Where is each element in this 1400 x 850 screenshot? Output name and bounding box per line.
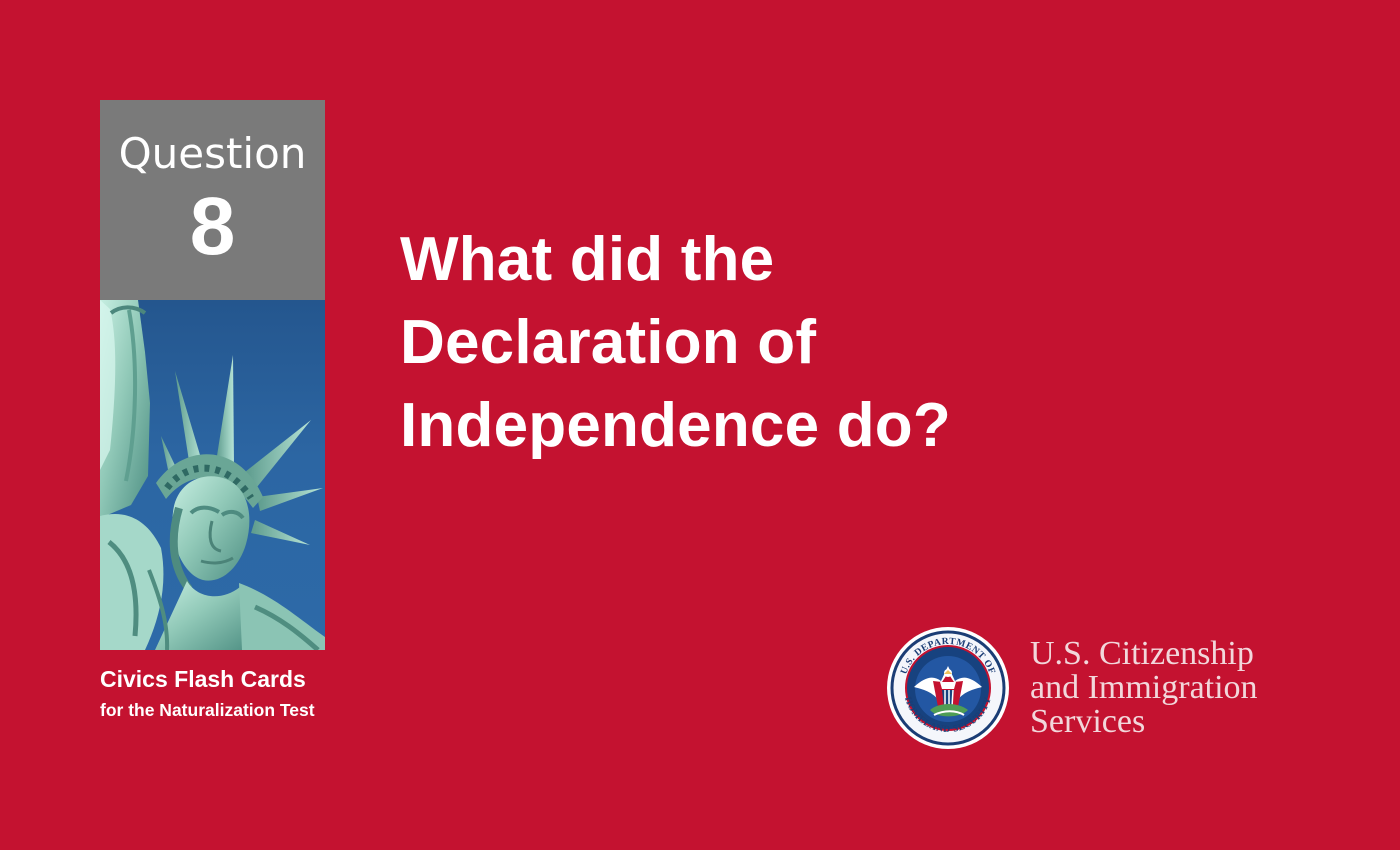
question-label: Question (118, 129, 307, 178)
question-number-box: Question 8 (100, 100, 325, 300)
agency-name: U.S. Citizenship and Immigration Service… (1030, 637, 1258, 739)
agency-name-line: and Immigration (1030, 669, 1258, 706)
dhs-seal-logo: U.S. DEPARTMENT OF HOMELAND SECURITY (886, 626, 1010, 750)
series-title: Civics Flash Cards (100, 666, 306, 692)
series-subtitle: for the Naturalization Test (100, 700, 315, 720)
agency-name-line: Services (1030, 703, 1146, 740)
question-line: Declaration of (400, 308, 817, 377)
agency-name-line: U.S. Citizenship (1030, 635, 1254, 672)
question-number: 8 (189, 181, 236, 272)
statue-of-liberty-image (100, 300, 325, 650)
flash-card: Question 8 Civics Flash Cards for the Na… (0, 0, 1400, 850)
question-text: What did the Declaration of Independence… (400, 218, 1100, 467)
question-line: Independence do? (400, 391, 951, 460)
question-line: What did the (400, 225, 775, 294)
